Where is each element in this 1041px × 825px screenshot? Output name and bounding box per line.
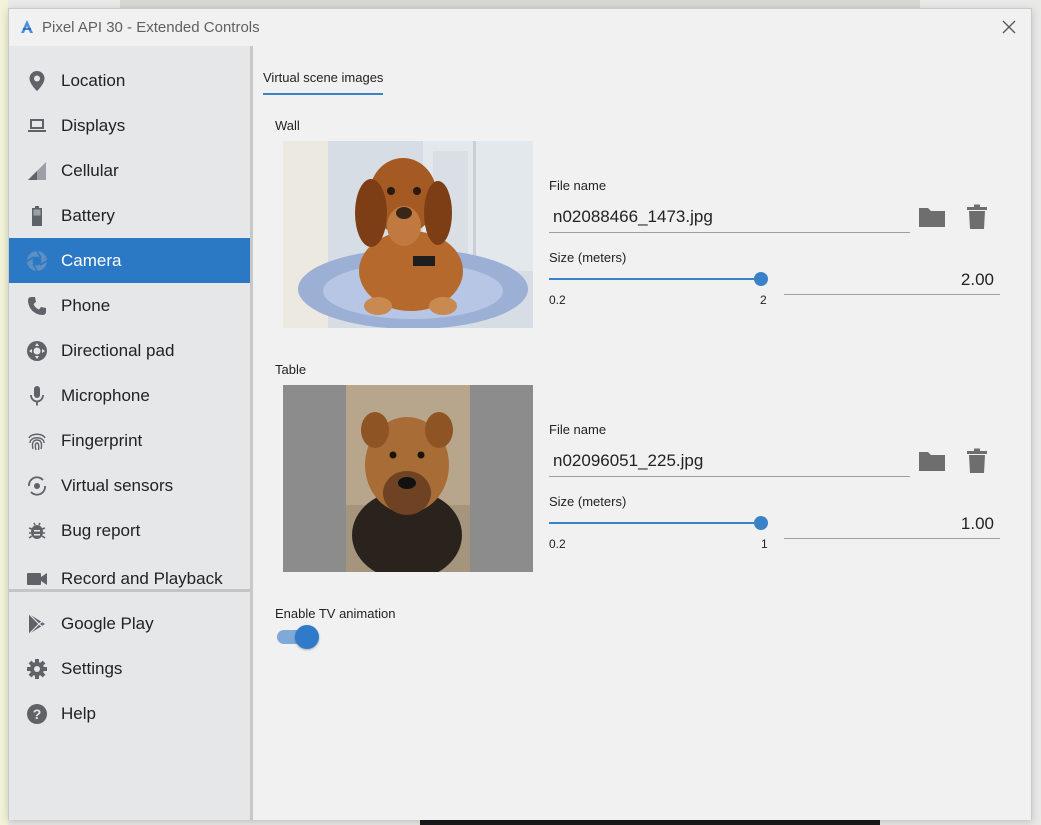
desktop-background-top — [120, 0, 920, 8]
sidebar-item-camera[interactable]: Camera — [9, 238, 250, 283]
table-image-preview[interactable] — [283, 385, 533, 572]
android-studio-icon — [21, 20, 33, 33]
signal-icon — [26, 160, 48, 182]
table-size-slider[interactable] — [549, 514, 768, 532]
wall-size-label: Size (meters) — [549, 250, 627, 265]
sidebar-item-label: Microphone — [61, 385, 150, 405]
sidebar-item-record-and-playback[interactable]: Record and Playback — [9, 556, 250, 601]
folder-icon — [919, 208, 945, 227]
tv-animation-label: Enable TV animation — [275, 606, 396, 621]
sidebar-item-bug-report[interactable]: Bug report — [9, 508, 250, 553]
slider-track — [549, 522, 761, 524]
sidebar-item-label: Directional pad — [61, 340, 175, 360]
sidebar-item-settings[interactable]: Settings — [9, 646, 250, 691]
slider-track — [549, 278, 761, 280]
help-icon: ? — [26, 703, 48, 725]
rotate-icon — [26, 475, 48, 497]
svg-text:?: ? — [33, 706, 42, 722]
table-file-name-field[interactable] — [549, 445, 910, 477]
phone-icon — [26, 295, 48, 317]
toggle-knob — [295, 625, 319, 649]
sidebar-item-label: Cellular — [61, 160, 119, 180]
table-slider-max: 1 — [761, 537, 768, 551]
tab-virtual-scene-images[interactable]: Virtual scene images — [263, 70, 383, 85]
trash-icon — [967, 204, 987, 229]
wall-slider-max: 2 — [760, 293, 767, 307]
sidebar-item-cellular[interactable]: Cellular — [9, 148, 250, 193]
wall-size-slider[interactable] — [549, 270, 768, 288]
title-bar: Pixel API 30 - Extended Controls — [9, 9, 1031, 46]
sidebar-item-displays[interactable]: Displays — [9, 103, 250, 148]
gear-icon — [26, 658, 48, 680]
slider-thumb[interactable] — [754, 516, 768, 530]
sidebar-item-help[interactable]: ? Help — [9, 691, 250, 736]
sidebar-item-fingerprint[interactable]: Fingerprint — [9, 418, 250, 463]
tab-underline — [263, 93, 383, 95]
dpad-icon — [26, 340, 48, 362]
folder-icon — [919, 452, 945, 471]
fingerprint-icon — [26, 430, 48, 452]
sidebar-item-label: Help — [61, 703, 96, 723]
sidebar-item-microphone[interactable]: Microphone — [9, 373, 250, 418]
sidebar-item-directional-pad[interactable]: Directional pad — [9, 328, 250, 373]
location-pin-icon — [26, 70, 48, 92]
sidebar-item-label: Record and Playback — [61, 568, 223, 588]
laptop-icon — [26, 115, 48, 137]
sidebar-item-phone[interactable]: Phone — [9, 283, 250, 328]
table-slider-min: 0.2 — [549, 537, 566, 551]
table-section-label: Table — [275, 362, 307, 377]
close-icon — [1002, 20, 1016, 34]
sidebar: Location Displays Cellular Battery Camer — [9, 46, 251, 820]
table-delete-button[interactable] — [963, 447, 991, 475]
wall-browse-button[interactable] — [918, 203, 946, 231]
sidebar-item-label: Battery — [61, 205, 115, 225]
sidebar-item-virtual-sensors[interactable]: Virtual sensors — [9, 463, 250, 508]
camera-icon — [26, 250, 48, 272]
tv-animation-toggle[interactable] — [275, 625, 319, 649]
sidebar-item-label: Displays — [61, 115, 126, 135]
slider-thumb[interactable] — [754, 272, 768, 286]
sidebar-item-label: Location — [61, 70, 126, 90]
sidebar-item-label: Camera — [61, 250, 122, 270]
sidebar-item-label: Virtual sensors — [61, 475, 174, 495]
wall-slider-min: 0.2 — [549, 293, 566, 307]
desktop-background — [0, 0, 8, 825]
extended-controls-window: Pixel API 30 - Extended Controls Locatio… — [8, 8, 1032, 820]
bug-icon — [26, 520, 48, 542]
sidebar-item-label: Bug report — [61, 520, 141, 540]
table-browse-button[interactable] — [918, 447, 946, 475]
wall-delete-button[interactable] — [963, 203, 991, 231]
wall-image-preview[interactable] — [283, 141, 533, 328]
sidebar-item-battery[interactable]: Battery — [9, 193, 250, 238]
wall-size-field[interactable] — [784, 265, 1000, 295]
wall-section-label: Wall — [275, 118, 300, 133]
window-title: Pixel API 30 - Extended Controls — [42, 19, 260, 36]
wall-file-name-label: File name — [549, 178, 607, 193]
table-size-field[interactable] — [784, 509, 1000, 539]
close-button[interactable] — [999, 17, 1019, 37]
camera-panel: Virtual scene images Wall File name n020… — [253, 46, 1031, 820]
sidebar-item-label: Phone — [61, 295, 111, 315]
trash-icon — [967, 448, 987, 473]
table-file-name-label: File name — [549, 422, 607, 437]
sidebar-item-label: Settings — [61, 658, 123, 678]
sidebar-item-google-play[interactable]: Google Play — [9, 601, 250, 646]
table-size-label: Size (meters) — [549, 494, 627, 509]
sidebar-item-location[interactable]: Location — [9, 58, 250, 103]
sidebar-item-label: Fingerprint — [61, 430, 143, 450]
wall-file-name-field[interactable] — [549, 201, 910, 233]
play-store-icon — [26, 613, 48, 635]
sidebar-item-label: Google Play — [61, 613, 154, 633]
videocam-icon — [26, 568, 48, 590]
microphone-icon — [26, 385, 48, 407]
battery-icon — [26, 205, 48, 227]
